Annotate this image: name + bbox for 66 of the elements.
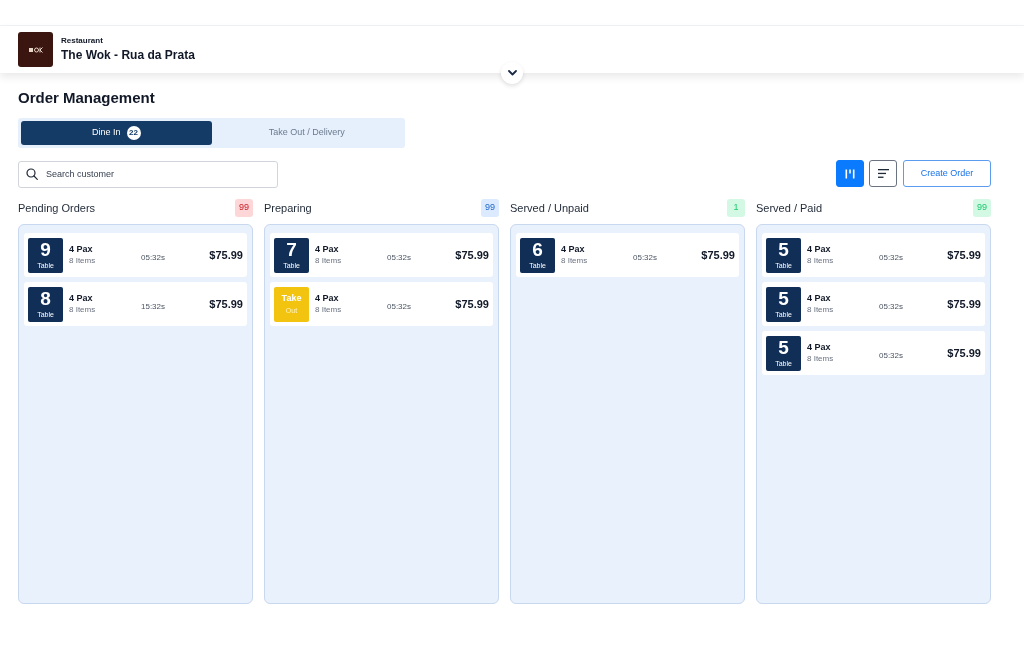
table-number: 8	[40, 289, 51, 309]
order-price: $75.99	[947, 247, 981, 263]
list-view-button[interactable]	[869, 160, 897, 187]
tab-label: Dine In	[92, 126, 121, 140]
count-badge: 99	[973, 199, 991, 217]
item-count: 8 Items	[315, 255, 342, 266]
guest-count: 4 Pax	[807, 342, 831, 353]
restaurant-name: The Wok - Rua da Prata	[61, 48, 195, 63]
guest-count: 4 Pax	[69, 293, 93, 304]
tab-count: 22	[126, 126, 141, 140]
guest-count: 4 Pax	[561, 244, 585, 255]
tab[interactable]: Take Out / Delivery	[211, 121, 402, 145]
table-number: 5	[778, 338, 789, 358]
guest-count: 4 Pax	[315, 244, 339, 255]
elapsed-time: 05:32s	[141, 253, 166, 262]
search-field[interactable]: Search customer	[18, 160, 278, 188]
order-price: $75.99	[701, 247, 735, 263]
tile-title: Take	[281, 293, 302, 304]
list-view-icon	[877, 169, 889, 178]
item-count: 8 Items	[807, 353, 834, 364]
guest-count: 4 Pax	[315, 293, 339, 304]
item-count: 8 Items	[561, 255, 588, 266]
restaurant-logo	[18, 32, 53, 67]
order-price: $75.99	[209, 247, 243, 263]
chevron-down-icon	[507, 70, 517, 76]
table-number: 7	[286, 240, 297, 260]
table-number: 5	[778, 289, 789, 309]
elapsed-time: 05:32s	[633, 253, 658, 262]
order-price: $75.99	[455, 296, 489, 312]
order-price: $75.99	[209, 296, 243, 312]
item-count: 8 Items	[69, 304, 96, 315]
guest-count: 4 Pax	[69, 244, 93, 255]
item-count: 8 Items	[807, 255, 834, 266]
restaurant-category: Restaurant	[61, 36, 104, 46]
order-price: $75.99	[455, 247, 489, 263]
elapsed-time: 05:32s	[879, 253, 904, 262]
tab-label: Take Out / Delivery	[268, 126, 345, 140]
elapsed-time: 05:32s	[387, 253, 412, 262]
column-title: Served / Unpaid	[510, 200, 589, 216]
count-badge: 99	[481, 199, 499, 217]
column-title: Pending Orders	[18, 200, 96, 216]
expand-button[interactable]	[501, 62, 523, 84]
elapsed-time: 15:32s	[141, 302, 166, 311]
order-price: $75.99	[947, 345, 981, 361]
column-title: Preparing	[264, 200, 312, 216]
tab[interactable]: Dine In 22	[21, 121, 212, 145]
item-count: 8 Items	[69, 255, 96, 266]
search-icon	[26, 168, 38, 180]
item-count: 8 Items	[807, 304, 834, 315]
elapsed-time: 05:32s	[387, 302, 412, 311]
table-number: 5	[778, 240, 789, 260]
table-number: 6	[532, 240, 543, 260]
guest-count: 4 Pax	[807, 244, 831, 255]
column-title: Served / Paid	[756, 200, 823, 216]
order-price: $75.99	[947, 296, 981, 312]
create-order-button[interactable]: Create Order	[903, 160, 991, 187]
elapsed-time: 05:32s	[879, 302, 904, 311]
page-title: Order Management	[18, 88, 155, 108]
guest-count: 4 Pax	[807, 293, 831, 304]
table-number: 9	[40, 240, 51, 260]
count-badge: 1	[727, 199, 745, 217]
elapsed-time: 05:32s	[879, 351, 904, 360]
count-badge: 99	[235, 199, 253, 217]
item-count: 8 Items	[315, 304, 342, 315]
board-view-icon	[845, 168, 855, 179]
board-view-button[interactable]	[836, 160, 864, 187]
